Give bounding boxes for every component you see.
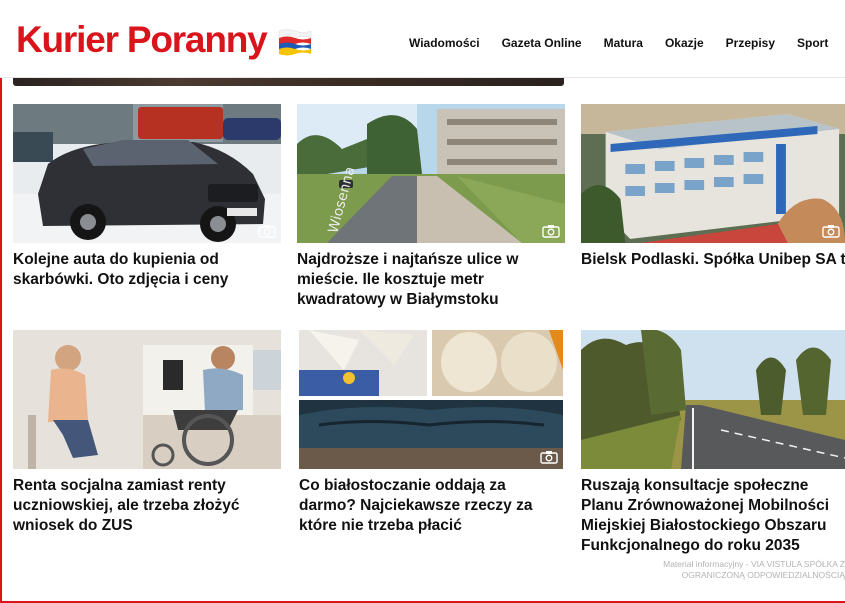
tree-lined-road-photo [581,330,845,469]
article-thumbnail[interactable] [581,104,845,243]
article-thumbnail[interactable] [581,330,845,469]
article-title[interactable]: Bielsk Podlaski. Spółka Unibep SA teraz … [581,250,845,270]
nav-matura[interactable]: Matura [604,36,643,50]
camera-icon [542,225,560,238]
site-header: Kurier Poranny Wiadomości Gazeta Online … [0,0,845,78]
article-card[interactable]: Kolejne auta do kupienia od skarbówki. O… [13,104,281,290]
sponsor-note-line1: Materiał informacyjny - VIA VISTULA SPÓŁ… [663,559,845,569]
site-logo[interactable]: Kurier Poranny [16,18,313,62]
logo-text: Kurier Poranny [16,19,268,60]
street-photo: Wiosenna [297,104,565,243]
article-card[interactable]: Bielsk Podlaski. Spółka Unibep SA teraz … [581,104,845,270]
article-thumbnail[interactable] [13,330,281,469]
building-aerial-photo [581,104,845,243]
article-title[interactable]: Ruszają konsultacje społeczne Planu Zrów… [581,476,845,556]
article-card[interactable]: Renta socjalna zamiast renty uczniowskie… [13,330,281,536]
article-card[interactable]: Ruszają konsultacje społeczne Planu Zrów… [581,330,845,556]
sponsor-note: Materiał informacyjny - VIA VISTULA SPÓŁ… [612,559,845,581]
free-items-collage-photo [299,330,563,469]
nav-okazje[interactable]: Okazje [665,36,704,50]
article-thumbnail[interactable]: Wiosenna [297,104,565,243]
camera-icon [258,225,276,238]
article-card[interactable]: Co białostoczanie oddają za darmo? Najci… [299,330,563,536]
camera-icon [822,225,840,238]
wheelchair-photo [13,330,281,469]
main-nav: Wiadomości Gazeta Online Matura Okazje P… [409,36,828,50]
car-photo [13,104,281,243]
article-thumbnail[interactable] [13,104,281,243]
sponsor-note-line2: OGRANICZONĄ ODPOWIEDZIALNOŚCIĄ [681,570,845,580]
article-title[interactable]: Co białostoczanie oddają za darmo? Najci… [299,476,563,536]
article-card[interactable]: Wiosenna Najdroższe i najtańsze ulice w … [297,104,565,310]
nav-wiadomosci[interactable]: Wiadomości [409,36,480,50]
article-title[interactable]: Kolejne auta do kupienia od skarbówki. O… [13,250,281,290]
article-title[interactable]: Renta socjalna zamiast renty uczniowskie… [13,476,281,536]
previous-article-image-edge [13,78,564,86]
camera-icon [540,451,558,464]
nav-przepisy[interactable]: Przepisy [726,36,775,50]
nav-sport[interactable]: Sport [797,36,828,50]
nav-gazeta-online[interactable]: Gazeta Online [502,36,582,50]
poland-ukraine-flag-icon [278,29,311,56]
article-title[interactable]: Najdroższe i najtańsze ulice w mieście. … [297,250,565,310]
article-thumbnail[interactable] [299,330,563,469]
